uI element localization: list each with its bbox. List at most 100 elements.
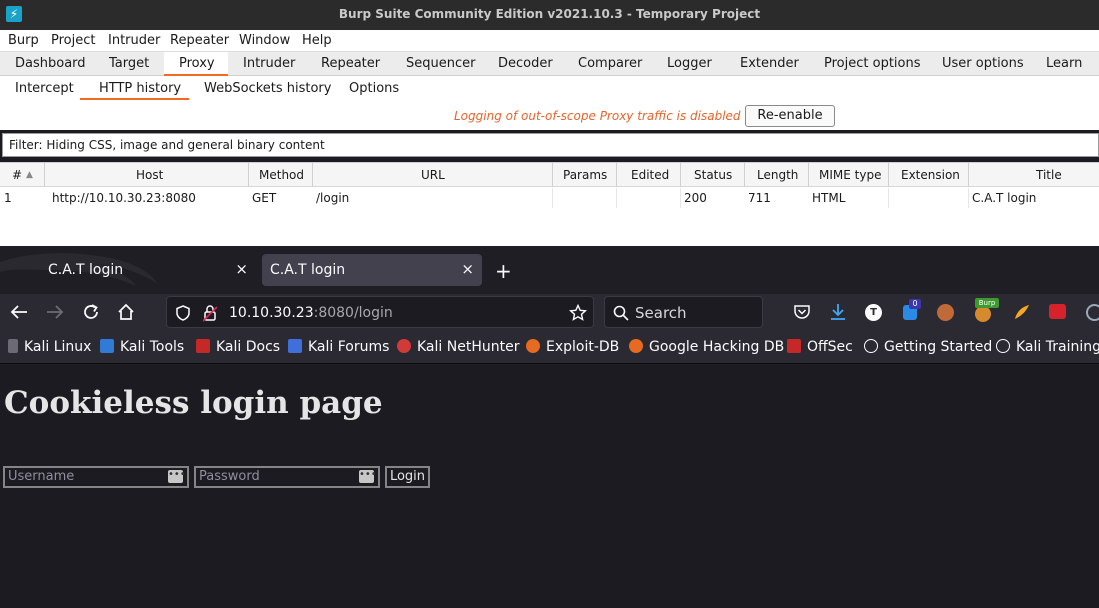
bookmark-kali-nethunter[interactable]: Kali NetHunter bbox=[397, 339, 519, 355]
globe-icon bbox=[864, 339, 878, 353]
scope-warning-text: Logging of out-of-scope Proxy traffic is… bbox=[454, 109, 741, 123]
browser-tab-1[interactable]: C.A.T login × bbox=[38, 254, 256, 286]
window-title: Burp Suite Community Edition v2021.10.3 … bbox=[338, 7, 761, 21]
col-params[interactable]: Params bbox=[563, 168, 607, 182]
password-manager-icon[interactable]: ••• bbox=[168, 470, 186, 483]
subtab-intercept[interactable]: Intercept bbox=[15, 81, 74, 96]
back-arrow-icon[interactable] bbox=[10, 304, 28, 320]
col-separator bbox=[888, 163, 889, 187]
bookmark-getting-started[interactable]: Getting Started bbox=[864, 339, 992, 355]
menu-intruder[interactable]: Intruder bbox=[108, 33, 160, 48]
burp-title-bar: ⚡ Burp Suite Community Edition v2021.10.… bbox=[0, 0, 1099, 30]
tab-proxy[interactable]: Proxy bbox=[179, 56, 215, 71]
kali-tools-icon bbox=[100, 339, 114, 353]
col-status[interactable]: Status bbox=[694, 168, 732, 182]
password-field[interactable]: Password ••• bbox=[194, 466, 380, 488]
table-row[interactable]: 1 http://10.10.30.23:8080 GET /login 200… bbox=[0, 188, 1099, 208]
col-host[interactable]: Host bbox=[136, 168, 163, 182]
insecure-lock-icon[interactable] bbox=[203, 304, 217, 322]
subtab-http-history[interactable]: HTTP history bbox=[99, 81, 181, 96]
tab-sequencer[interactable]: Sequencer bbox=[406, 56, 475, 71]
close-icon[interactable]: × bbox=[235, 260, 248, 278]
account-avatar-icon[interactable]: T bbox=[865, 304, 882, 321]
new-tab-button[interactable]: + bbox=[495, 259, 512, 283]
menu-project[interactable]: Project bbox=[51, 33, 95, 48]
bookmark-exploit-db[interactable]: Exploit-DB bbox=[526, 339, 619, 355]
col-url[interactable]: URL bbox=[421, 168, 445, 182]
col-edited[interactable]: Edited bbox=[631, 168, 669, 182]
close-icon[interactable]: × bbox=[461, 260, 474, 278]
reload-icon[interactable] bbox=[82, 303, 100, 321]
tab-logger[interactable]: Logger bbox=[667, 56, 712, 71]
menu-burp[interactable]: Burp bbox=[8, 33, 39, 48]
bookmark-label: Kali Linux bbox=[24, 339, 92, 355]
filter-text: Filter: Hiding CSS, image and general bi… bbox=[9, 138, 325, 152]
username-placeholder: Username bbox=[8, 469, 75, 484]
reenable-button[interactable]: Re-enable bbox=[745, 105, 835, 127]
subtab-options[interactable]: Options bbox=[349, 81, 399, 96]
pocket-icon[interactable] bbox=[793, 303, 811, 321]
offsec-icon bbox=[787, 339, 801, 353]
menu-window[interactable]: Window bbox=[239, 33, 290, 48]
tab-user-options[interactable]: User options bbox=[942, 56, 1024, 71]
username-field[interactable]: Username ••• bbox=[3, 466, 189, 488]
password-placeholder: Password bbox=[199, 469, 260, 484]
cell-length: 711 bbox=[748, 191, 771, 205]
bookmark-kali-tools[interactable]: Kali Tools bbox=[100, 339, 184, 355]
burp-extension-icon[interactable] bbox=[975, 306, 991, 322]
col-length[interactable]: Length bbox=[757, 168, 798, 182]
address-bar[interactable]: 10.10.30.23:8080/login bbox=[166, 296, 594, 328]
url-path: :8080/login bbox=[313, 305, 393, 321]
col-title[interactable]: Title bbox=[1036, 168, 1062, 182]
page-heading: Cookieless login page bbox=[4, 385, 383, 421]
cell-status: 200 bbox=[684, 191, 707, 205]
subtab-websockets-history[interactable]: WebSockets history bbox=[204, 81, 331, 96]
search-box[interactable]: Search bbox=[604, 296, 763, 328]
bookmark-label: Google Hacking DB bbox=[649, 339, 785, 355]
col-separator bbox=[680, 163, 681, 187]
palette-extension-icon[interactable] bbox=[937, 304, 954, 321]
tab-repeater[interactable]: Repeater bbox=[321, 56, 380, 71]
foxyproxy-icon[interactable] bbox=[1013, 303, 1031, 321]
col-separator bbox=[744, 163, 745, 187]
tab-decoder[interactable]: Decoder bbox=[498, 56, 553, 71]
menu-repeater[interactable]: Repeater bbox=[170, 33, 229, 48]
col-method[interactable]: Method bbox=[259, 168, 304, 182]
nethunter-icon bbox=[397, 339, 411, 353]
bookmark-kali-docs[interactable]: Kali Docs bbox=[196, 339, 280, 355]
bookmark-star-icon[interactable] bbox=[569, 304, 587, 322]
menu-extension-icon[interactable] bbox=[1049, 304, 1066, 319]
forward-arrow-icon[interactable] bbox=[46, 304, 64, 320]
bookmark-label: Kali NetHunter bbox=[417, 339, 520, 355]
tab-project-options[interactable]: Project options bbox=[824, 56, 921, 71]
bookmark-google-hacking-db[interactable]: Google Hacking DB bbox=[629, 339, 784, 355]
password-manager-icon[interactable]: ••• bbox=[359, 470, 377, 483]
col-mime-type[interactable]: MIME type bbox=[819, 168, 881, 182]
downloads-icon[interactable] bbox=[829, 303, 847, 321]
exploit-db-icon bbox=[526, 339, 540, 353]
bookmark-offsec[interactable]: OffSec bbox=[787, 339, 853, 355]
cell-mime: HTML bbox=[812, 191, 846, 205]
overflow-extension-icon[interactable] bbox=[1086, 304, 1099, 321]
menu-help[interactable]: Help bbox=[302, 33, 332, 48]
tab-dashboard[interactable]: Dashboard bbox=[15, 56, 86, 71]
tab-target[interactable]: Target bbox=[109, 56, 149, 71]
tab-learn[interactable]: Learn bbox=[1046, 56, 1082, 71]
col-separator bbox=[808, 163, 809, 187]
bookmark-kali-linux[interactable]: Kali Linux bbox=[8, 339, 91, 355]
login-button[interactable]: Login bbox=[385, 466, 430, 488]
url-host: 10.10.30.23 bbox=[229, 305, 314, 321]
shield-icon[interactable] bbox=[175, 305, 191, 321]
tab-extender[interactable]: Extender bbox=[740, 56, 799, 71]
browser-tab-2-active[interactable]: C.A.T login × bbox=[262, 254, 482, 286]
bookmark-kali-forums[interactable]: Kali Forums bbox=[288, 339, 389, 355]
table-header: # ▲ Host Method URL Params Edited Status… bbox=[0, 163, 1099, 187]
tab-comparer[interactable]: Comparer bbox=[578, 56, 642, 71]
tab-intruder[interactable]: Intruder bbox=[243, 56, 295, 71]
cell-separator bbox=[552, 188, 553, 208]
col-num[interactable]: # bbox=[12, 168, 22, 182]
bookmark-kali-training[interactable]: Kali Training bbox=[996, 339, 1099, 355]
home-icon[interactable] bbox=[117, 303, 135, 321]
col-extension[interactable]: Extension bbox=[901, 168, 960, 182]
filter-bar[interactable]: Filter: Hiding CSS, image and general bi… bbox=[2, 133, 1099, 157]
